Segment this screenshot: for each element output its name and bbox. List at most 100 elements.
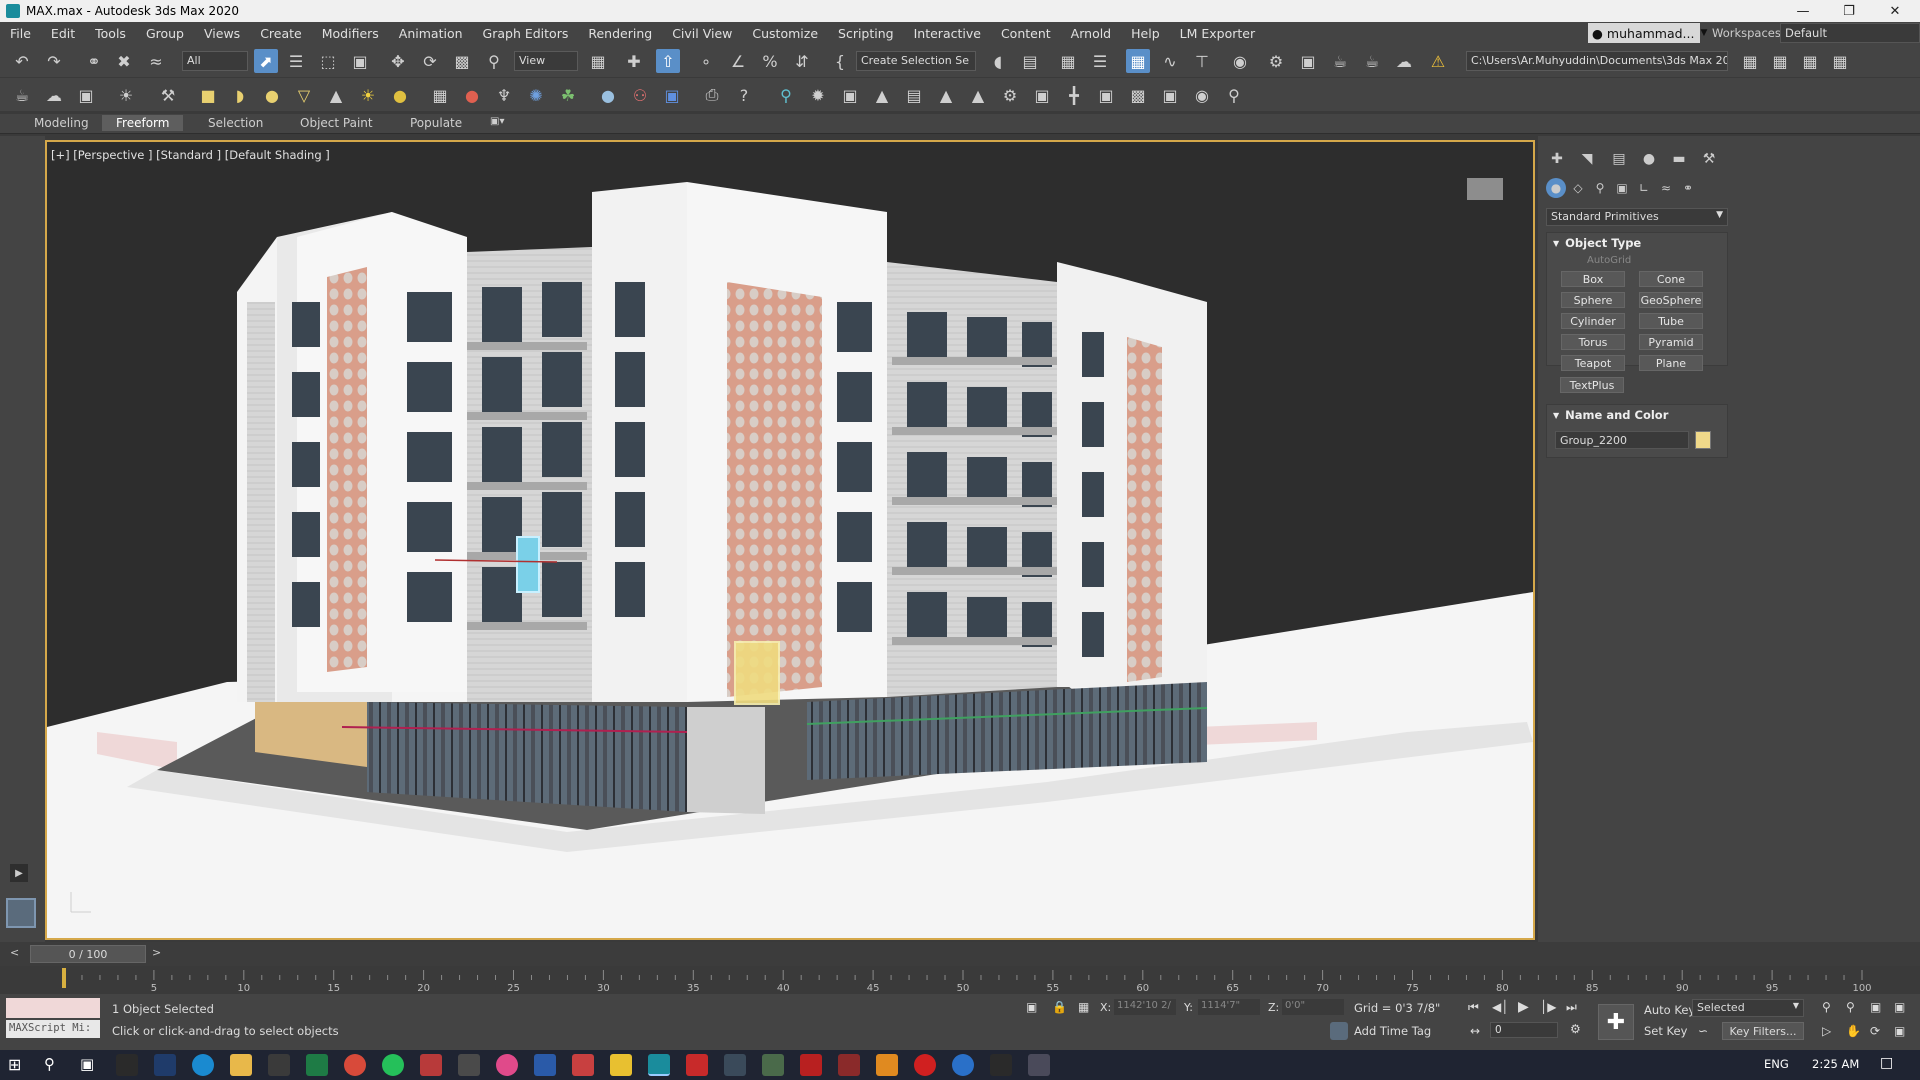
- motion-tab-icon[interactable]: ●: [1638, 148, 1660, 170]
- particle-icon[interactable]: ✺: [524, 83, 548, 107]
- scene-explorer-icon[interactable]: ▦: [1056, 49, 1080, 73]
- space-warps-icon[interactable]: ≈: [1656, 178, 1676, 198]
- photometric-light-icon[interactable]: ✹: [806, 83, 830, 107]
- zoom-extents-icon[interactable]: ▣: [1870, 1000, 1881, 1014]
- calculator-icon[interactable]: [116, 1054, 138, 1076]
- app-icon-7[interactable]: [838, 1054, 860, 1076]
- time-tag-icon[interactable]: [1330, 1022, 1348, 1040]
- bridge-icon[interactable]: [990, 1054, 1012, 1076]
- excel-icon[interactable]: [306, 1054, 328, 1076]
- menu-interactive[interactable]: Interactive: [904, 26, 991, 41]
- sky-icon[interactable]: ●: [388, 83, 412, 107]
- reference-coordinate-dropdown[interactable]: View: [514, 51, 578, 71]
- render-elements-icon[interactable]: ▣: [660, 83, 684, 107]
- menu-modifiers[interactable]: Modifiers: [312, 26, 389, 41]
- box-button[interactable]: Box: [1561, 271, 1625, 287]
- select-manipulate-icon[interactable]: ✚: [622, 49, 646, 73]
- add-time-tag[interactable]: Add Time Tag: [1354, 1024, 1431, 1038]
- opera-icon[interactable]: [914, 1054, 936, 1076]
- cameras-icon[interactable]: ▣: [1612, 178, 1632, 198]
- screen-icon[interactable]: ▣: [1094, 83, 1118, 107]
- menu-create[interactable]: Create: [250, 26, 312, 41]
- box-icon[interactable]: ■: [196, 83, 220, 107]
- snaps-toggle-icon[interactable]: ∘: [694, 49, 718, 73]
- object-name-input[interactable]: Group_2200: [1555, 431, 1689, 449]
- object-category-dropdown[interactable]: Standard Primitives ▼: [1546, 208, 1728, 226]
- curve-editor-icon[interactable]: ∿: [1158, 49, 1182, 73]
- grid-icon[interactable]: ▦: [428, 83, 452, 107]
- previous-frame-icon[interactable]: ◀│: [1492, 1000, 1508, 1014]
- menu-rendering[interactable]: Rendering: [578, 26, 662, 41]
- acrobat-icon[interactable]: [800, 1054, 822, 1076]
- bulb-icon[interactable]: ⚲: [1222, 83, 1246, 107]
- set-key-button[interactable]: Set Key: [1644, 1024, 1687, 1038]
- tube-button[interactable]: Tube: [1639, 313, 1703, 329]
- hierarchy-tab-icon[interactable]: ▤: [1608, 148, 1630, 170]
- object-type-header[interactable]: ▼ Object Type: [1547, 233, 1727, 253]
- warning-icon[interactable]: ⚠: [1426, 49, 1450, 73]
- autocad-icon[interactable]: [686, 1054, 708, 1076]
- task-view-icon[interactable]: ▣: [80, 1055, 94, 1073]
- app-icon-9[interactable]: [1028, 1054, 1050, 1076]
- current-time-marker[interactable]: [62, 968, 66, 988]
- file-explorer-icon[interactable]: [230, 1054, 252, 1076]
- start-icon[interactable]: ⊞: [8, 1055, 21, 1074]
- undo-icon[interactable]: ↶: [10, 49, 34, 73]
- project-folder-dropdown[interactable]: C:\Users\Ar.Muhyuddin\Documents\3ds Max …: [1466, 51, 1728, 71]
- render-iterative-icon[interactable]: ☕: [1360, 49, 1384, 73]
- utilities-tab-icon[interactable]: ⚒: [1698, 148, 1720, 170]
- select-by-name-icon[interactable]: ☰: [284, 49, 308, 73]
- geometry-icon[interactable]: ●: [1546, 178, 1566, 198]
- menu-customize[interactable]: Customize: [742, 26, 828, 41]
- place-icon[interactable]: ⚲: [482, 49, 506, 73]
- camera-icon[interactable]: ▣: [838, 83, 862, 107]
- lock-icon[interactable]: 🔒: [1052, 1000, 1067, 1014]
- scale-icon[interactable]: ▩: [450, 49, 474, 73]
- name-and-color-header[interactable]: ▼ Name and Color: [1547, 405, 1727, 425]
- z-coordinate-field[interactable]: 0'0": [1282, 999, 1344, 1015]
- 3dsmax-taskbar-icon[interactable]: [648, 1054, 670, 1076]
- key-filters-button[interactable]: Key Filters...: [1722, 1022, 1804, 1040]
- maxscript-mini-listener[interactable]: MAXScript Mi:: [6, 1020, 100, 1038]
- viewport-layout-icon[interactable]: [6, 898, 36, 928]
- named-selection-sets-dropdown[interactable]: Create Selection Se: [856, 51, 976, 71]
- menu-scripting[interactable]: Scripting: [828, 26, 904, 41]
- unlink-icon[interactable]: ✖: [112, 49, 136, 73]
- bowl-icon[interactable]: ▽: [292, 83, 316, 107]
- app-icon-1[interactable]: [420, 1054, 442, 1076]
- bone-icon[interactable]: ●: [460, 83, 484, 107]
- light-lister-icon[interactable]: ☀: [114, 83, 138, 107]
- clock[interactable]: 2:25 AM: [1812, 1057, 1859, 1071]
- field-of-view-icon[interactable]: ▷: [1822, 1024, 1831, 1038]
- pivot-center-icon[interactable]: ▦: [586, 49, 610, 73]
- systems-icon[interactable]: ⚭: [1678, 178, 1698, 198]
- current-frame-field[interactable]: 0: [1490, 1022, 1558, 1038]
- default-tangents-icon[interactable]: ∽: [1698, 1024, 1708, 1038]
- project-icon-1[interactable]: ▦: [1738, 49, 1762, 73]
- notifications-icon[interactable]: □: [1880, 1055, 1893, 1071]
- photoshop-icon[interactable]: [154, 1054, 176, 1076]
- tools-icon[interactable]: ⚒: [156, 83, 180, 107]
- tab-selection[interactable]: Selection: [208, 116, 263, 130]
- menu-animation[interactable]: Animation: [389, 26, 473, 41]
- x-coordinate-field[interactable]: 1142'10 2/: [1114, 999, 1176, 1015]
- materials-icon[interactable]: ⚇: [628, 83, 652, 107]
- textplus-button[interactable]: TextPlus: [1560, 377, 1624, 393]
- search-icon[interactable]: ⚲: [44, 1055, 55, 1073]
- menu-graph-editors[interactable]: Graph Editors: [473, 26, 579, 41]
- menu-group[interactable]: Group: [136, 26, 194, 41]
- target-icon[interactable]: ╋: [1062, 83, 1086, 107]
- edit-named-selection-icon[interactable]: {: [828, 49, 852, 73]
- cypress-icon[interactable]: ▲: [934, 83, 958, 107]
- viewcube[interactable]: [1467, 178, 1503, 200]
- project-icon-2[interactable]: ▦: [1768, 49, 1792, 73]
- foliage-icon[interactable]: ☘: [556, 83, 580, 107]
- rectangular-region-icon[interactable]: ⬚: [316, 49, 340, 73]
- menu-file[interactable]: File: [0, 26, 41, 41]
- align-icon[interactable]: ▤: [1018, 49, 1042, 73]
- render-setup-icon[interactable]: ⚙: [1264, 49, 1288, 73]
- cone-button[interactable]: Cone: [1639, 271, 1703, 287]
- pan-view-icon[interactable]: ✋: [1846, 1024, 1861, 1038]
- project-icon-3[interactable]: ▦: [1798, 49, 1822, 73]
- schematic-view-icon[interactable]: ⊤: [1190, 49, 1214, 73]
